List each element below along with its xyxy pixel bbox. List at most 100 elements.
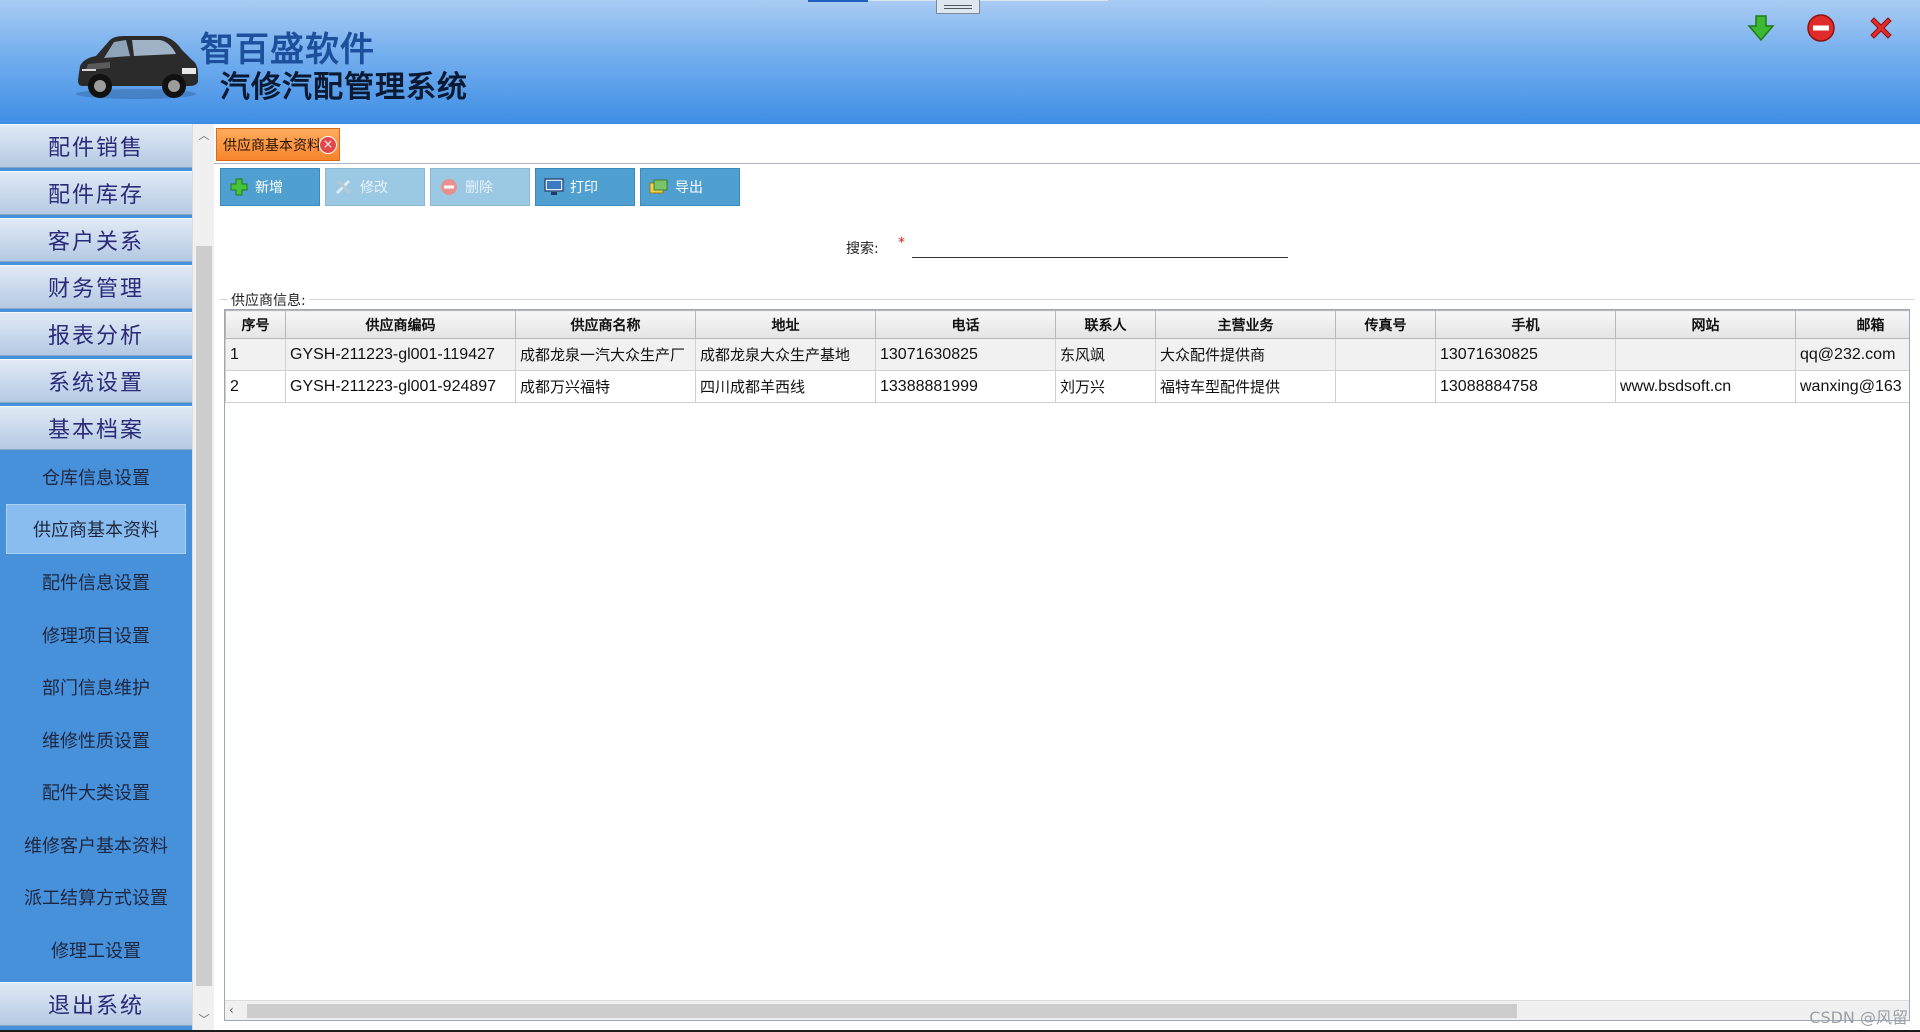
download-arrow-icon	[1747, 15, 1775, 42]
export-button[interactable]: 导出	[640, 168, 740, 206]
nav-section-reports[interactable]: 报表分析	[0, 312, 192, 356]
app-header: 智百盛软件 汽修汽配管理系统	[0, 0, 1920, 124]
export-button-label: 导出	[675, 180, 703, 196]
app-subtitle: 汽修汽配管理系统	[220, 70, 468, 105]
exit-system-button[interactable]: 退出系统	[0, 982, 192, 1026]
column-header[interactable]: 电话	[875, 310, 1056, 339]
nav-section-parts-sales[interactable]: 配件销售	[0, 124, 192, 168]
sidebar-item-label: 修理工设置	[51, 941, 141, 962]
sidebar-item-parts-info[interactable]: 配件信息设置	[0, 557, 192, 607]
sidebar-item-warehouse[interactable]: 仓库信息设置	[0, 452, 192, 502]
edit-button-label: 修改	[360, 180, 388, 196]
stop-icon	[1807, 14, 1835, 42]
sidebar-item-label: 配件大类设置	[42, 783, 150, 804]
cell-main-business: 福特车型配件提供	[1155, 370, 1336, 403]
column-header[interactable]: 序号	[225, 310, 286, 339]
add-button[interactable]: 新增	[220, 168, 320, 206]
column-header[interactable]: 邮箱	[1795, 310, 1909, 339]
scroll-left-icon[interactable]: ‹	[229, 1003, 234, 1017]
nav-section-parts-inventory[interactable]: 配件库存	[0, 171, 192, 215]
sidebar-scroll-thumb[interactable]	[196, 246, 212, 986]
search-label: 搜索:	[846, 241, 879, 257]
cell-mobile: 13088884758	[1435, 370, 1616, 403]
nav-section-label: 系统设置	[47, 371, 144, 396]
main-content: 供应商基本资料 × 新增 修改 删除 打印 导出 搜索: * 供应商信息: 序号…	[214, 124, 1920, 1032]
tab-strip: 供应商基本资料 ×	[214, 124, 1920, 164]
cell-supplier-name: 成都龙泉一汽大众生产厂	[515, 338, 696, 371]
sidebar-item-label: 派工结算方式设置	[24, 888, 168, 909]
export-cards-icon	[649, 177, 669, 197]
column-header[interactable]: 供应商名称	[515, 310, 696, 339]
table-row[interactable]: 1 GYSH-211223-gl001-119427 成都龙泉一汽大众生产厂 成…	[225, 338, 1909, 371]
sidebar-item-department[interactable]: 部门信息维护	[0, 662, 192, 712]
table-row[interactable]: 2 GYSH-211223-gl001-924897 成都万兴福特 四川成都羊西…	[225, 370, 1909, 403]
required-mark: *	[898, 235, 905, 251]
add-button-label: 新增	[255, 180, 283, 196]
column-header[interactable]: 传真号	[1335, 310, 1436, 339]
cell-index: 2	[225, 370, 286, 403]
scroll-up-icon[interactable]: ︿	[198, 130, 210, 142]
minimize-button[interactable]	[1743, 12, 1779, 44]
nav-section-label: 客户关系	[47, 230, 144, 255]
group-divider	[220, 299, 1914, 300]
column-header[interactable]: 联系人	[1055, 310, 1156, 339]
tab-supplier-basic-info[interactable]: 供应商基本资料 ×	[216, 128, 340, 161]
sidebar-item-supplier[interactable]: 供应商基本资料	[6, 504, 186, 554]
sidebar-item-repair-customer[interactable]: 维修客户基本资料	[0, 820, 192, 870]
horizontal-scroll-thumb[interactable]	[247, 1004, 1517, 1018]
sidebar-item-parts-category[interactable]: 配件大类设置	[0, 767, 192, 817]
column-header[interactable]: 网站	[1615, 310, 1796, 339]
table-header-row: 序号 供应商编码 供应商名称 地址 电话 联系人 主营业务 传真号 手机 网站 …	[225, 310, 1909, 339]
cell-fax	[1335, 370, 1436, 403]
exit-label: 退出系统	[47, 994, 144, 1019]
close-button[interactable]	[1863, 12, 1899, 44]
sidebar-item-label: 仓库信息设置	[42, 468, 150, 489]
delete-button[interactable]: 删除	[430, 168, 530, 206]
sidebar-item-dispatch-settlement[interactable]: 派工结算方式设置	[0, 872, 192, 922]
horizontal-scrollbar[interactable]: ‹	[225, 1000, 1909, 1020]
cell-phone: 13388881999	[875, 370, 1056, 403]
nav-section-label: 配件销售	[47, 136, 144, 161]
column-header[interactable]: 手机	[1435, 310, 1616, 339]
sidebar-item-repair-nature[interactable]: 维修性质设置	[0, 715, 192, 765]
column-header[interactable]: 供应商编码	[285, 310, 516, 339]
cell-index: 1	[225, 338, 286, 371]
nav-section-system-settings[interactable]: 系统设置	[0, 359, 192, 403]
sidebar-scrollbar[interactable]: ︿ ﹀	[192, 124, 214, 1032]
cell-supplier-code: GYSH-211223-gl001-924897	[285, 370, 516, 403]
close-x-icon	[1870, 17, 1892, 39]
cell-email: wanxing@163	[1795, 370, 1909, 403]
stop-button[interactable]	[1803, 12, 1839, 44]
sidebar-item-repairman[interactable]: 修理工设置	[0, 925, 192, 975]
sidebar-item-label: 部门信息维护	[42, 678, 150, 699]
monitor-icon	[544, 177, 564, 197]
search-input[interactable]	[912, 232, 1288, 258]
cell-contact: 东风飒	[1055, 338, 1156, 371]
print-button[interactable]: 打印	[535, 168, 635, 206]
nav-section-finance[interactable]: 财务管理	[0, 265, 192, 309]
plus-icon	[229, 177, 249, 197]
top-strip-line	[868, 0, 1108, 1]
cell-address: 四川成都羊西线	[695, 370, 876, 403]
car-logo-icon	[76, 36, 198, 99]
tab-label: 供应商基本资料	[223, 137, 321, 154]
cell-supplier-name: 成都万兴福特	[515, 370, 696, 403]
minus-circle-icon	[439, 177, 459, 197]
nav-section-label: 配件库存	[47, 183, 144, 208]
nav-section-label: 基本档案	[47, 418, 144, 443]
scroll-down-icon[interactable]: ﹀	[198, 1014, 210, 1026]
column-header[interactable]: 地址	[695, 310, 876, 339]
nav-section-customer-relations[interactable]: 客户关系	[0, 218, 192, 262]
edit-button[interactable]: 修改	[325, 168, 425, 206]
nav-section-label: 报表分析	[47, 324, 144, 349]
tools-icon	[334, 177, 354, 197]
sidebar-item-label: 维修客户基本资料	[24, 836, 168, 857]
sidebar: 配件销售 配件库存 客户关系 财务管理 报表分析 系统设置 基本档案 仓库信息设…	[0, 124, 192, 1032]
column-header[interactable]: 主营业务	[1155, 310, 1336, 339]
supplier-grid: 序号 供应商编码 供应商名称 地址 电话 联系人 主营业务 传真号 手机 网站 …	[224, 309, 1910, 1021]
nav-section-basic-records[interactable]: 基本档案	[0, 406, 192, 450]
tab-close-icon[interactable]: ×	[319, 136, 337, 154]
watermark: CSDN @风留	[1809, 1008, 1908, 1027]
sidebar-item-repair-items[interactable]: 修理项目设置	[0, 610, 192, 660]
window-drag-handle[interactable]	[936, 0, 980, 14]
